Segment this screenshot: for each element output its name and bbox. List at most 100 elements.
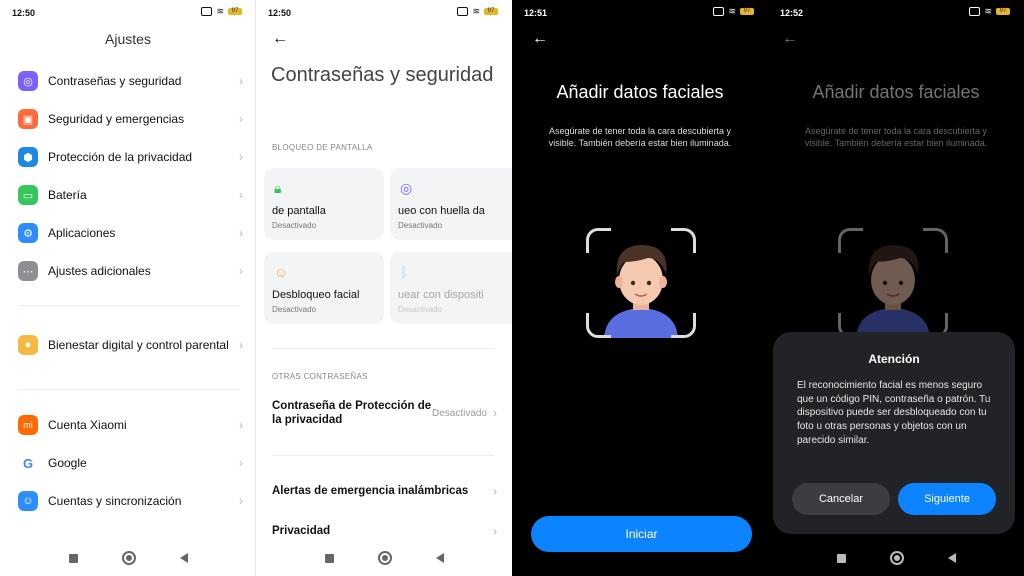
back-nav-icon[interactable]: [435, 553, 444, 563]
chevron-right-icon: ›: [493, 524, 497, 538]
nav-bar: [256, 548, 512, 568]
chevron-right-icon: ›: [239, 494, 243, 508]
page-title: Añadir datos faciales: [556, 82, 724, 102]
screen-icon: [201, 7, 213, 16]
bluetooth-icon: ᛒ: [400, 264, 409, 280]
page-title: Contraseñas y seguridad: [271, 64, 494, 86]
face-frame: [586, 228, 696, 338]
settings-panel: 12:50 ≋ 97 Ajustes ◎ Contraseñas y segur…: [0, 0, 256, 576]
chevron-right-icon: ›: [239, 338, 243, 352]
row-privacy[interactable]: Privacidad ›: [272, 524, 497, 538]
card-bluetooth-unlock: ᛒ uear con dispositi Desactivado: [390, 252, 512, 324]
instructions-text: Asegúrate de tener toda la cara descubie…: [804, 126, 988, 148]
settings-item-battery[interactable]: ▭ Batería ›: [18, 185, 243, 205]
wifi-icon: ≋: [472, 6, 480, 16]
battery-icon: ▭: [18, 185, 38, 205]
chevron-right-icon: ›: [239, 112, 243, 126]
chevron-right-icon: ›: [239, 188, 243, 202]
battery-icon: 97: [228, 8, 242, 15]
screen-icon: [969, 7, 981, 16]
face-frame: [838, 228, 948, 338]
settings-item-accounts[interactable]: ☺ Cuentas y sincronización ›: [18, 491, 243, 511]
add-face-panel: 12:51 ≋ 97 ← Añadir datos faciales Asegú…: [512, 0, 768, 576]
card-screen-lock[interactable]: 🔒︎ de pantalla Desactivado: [264, 168, 384, 240]
recents-icon[interactable]: [324, 553, 334, 563]
chevron-right-icon: ›: [239, 74, 243, 88]
page-title: Ajustes: [105, 31, 151, 47]
back-arrow-icon[interactable]: ←: [532, 30, 548, 48]
card-face-unlock[interactable]: ☺ Desbloqueo facial Desactivado: [264, 252, 384, 324]
chevron-right-icon: ›: [239, 226, 243, 240]
battery-icon: 97: [484, 8, 498, 15]
settings-item-xiaomi-account[interactable]: mi Cuenta Xiaomi ›: [18, 415, 243, 435]
status-bar: 12:52 ≋ 97: [768, 0, 1024, 24]
settings-item-privacy[interactable]: ⬢ Protección de la privacidad ›: [18, 147, 243, 167]
fingerprint-icon: ◎: [18, 71, 38, 91]
chevron-right-icon: ›: [239, 150, 243, 164]
next-button[interactable]: Siguiente: [898, 483, 996, 515]
battery-icon: 97: [740, 8, 754, 15]
home-icon[interactable]: [377, 551, 392, 565]
chevron-right-icon: ›: [493, 406, 497, 420]
settings-item-passwords[interactable]: ◎ Contraseñas y seguridad ›: [18, 71, 243, 91]
status-bar: 12:50 ≋ 97: [256, 0, 512, 24]
recents-icon[interactable]: [68, 553, 78, 563]
divider: [272, 348, 494, 349]
privacy-icon: ⬢: [18, 147, 38, 167]
divider: [18, 305, 240, 306]
shield-icon: ▣: [18, 109, 38, 129]
warning-dialog: Atención El reconocimiento facial es men…: [773, 332, 1015, 534]
battery-icon: 97: [996, 8, 1010, 15]
divider: [18, 389, 240, 390]
start-button[interactable]: Iniciar: [531, 516, 752, 552]
card-fingerprint[interactable]: ◎ ueo con huella da Desactivado: [390, 168, 512, 240]
chevron-right-icon: ›: [239, 264, 243, 278]
status-time: 12:50: [12, 8, 36, 18]
screen-icon: [457, 7, 469, 16]
account-icon: ☺: [18, 491, 38, 511]
instructions-text: Asegúrate de tener toda la cara descubie…: [548, 126, 732, 148]
back-arrow-icon: ←: [782, 30, 798, 47]
status-time: 12:50: [268, 8, 292, 18]
home-icon[interactable]: [121, 551, 136, 565]
settings-item-additional[interactable]: ⋯ Ajustes adicionales ›: [18, 261, 243, 281]
recents-icon[interactable]: [836, 553, 846, 563]
status-bar: 12:51 ≋ 97: [512, 0, 768, 24]
wifi-icon: ≋: [728, 6, 736, 16]
more-icon: ⋯: [18, 261, 38, 281]
status-time: 12:51: [524, 8, 548, 18]
chevron-right-icon: ›: [239, 418, 243, 432]
back-nav-icon[interactable]: [179, 553, 188, 563]
chevron-right-icon: ›: [493, 484, 497, 498]
page-title: Añadir datos faciales: [812, 82, 980, 102]
dialog-body: El reconocimiento facial es menos seguro…: [797, 380, 991, 446]
nav-bar: [768, 548, 1024, 568]
passwords-panel: 12:50 ≋ 97 ← Contraseñas y seguridad BLO…: [256, 0, 512, 576]
cancel-button[interactable]: Cancelar: [792, 483, 890, 515]
fingerprint-icon: ◎: [400, 180, 413, 196]
wifi-icon: ≋: [984, 6, 992, 16]
settings-item-wellbeing[interactable]: ● Bienestar digital y control parental ›: [18, 335, 243, 355]
screen-icon: [713, 7, 725, 16]
gear-icon: ⚙: [18, 223, 38, 243]
settings-item-safety[interactable]: ▣ Seguridad y emergencias ›: [18, 109, 243, 129]
xiaomi-icon: mi: [18, 415, 38, 435]
back-arrow-icon[interactable]: ←: [272, 30, 288, 48]
wellbeing-icon: ●: [18, 335, 38, 355]
nav-bar: [0, 548, 255, 568]
settings-item-google[interactable]: G Google ›: [18, 453, 243, 473]
dialog-title: Atención: [868, 352, 920, 366]
home-icon[interactable]: [889, 551, 904, 565]
wifi-icon: ≋: [216, 6, 224, 16]
row-emergency-alerts[interactable]: Alertas de emergencia inalámbricas ›: [272, 484, 497, 498]
chevron-right-icon: ›: [239, 456, 243, 470]
status-time: 12:52: [780, 8, 804, 18]
section-label: BLOQUEO DE PANTALLA: [272, 143, 373, 152]
face-icon: ☺: [274, 264, 289, 280]
row-privacy-password[interactable]: Contraseña de Protección de la privacida…: [272, 399, 497, 427]
divider: [272, 455, 494, 456]
lock-icon: 🔒︎: [274, 180, 282, 196]
back-nav-icon[interactable]: [947, 553, 956, 563]
status-bar: 12:50 ≋ 97: [0, 0, 255, 24]
settings-item-apps[interactable]: ⚙ Aplicaciones ›: [18, 223, 243, 243]
